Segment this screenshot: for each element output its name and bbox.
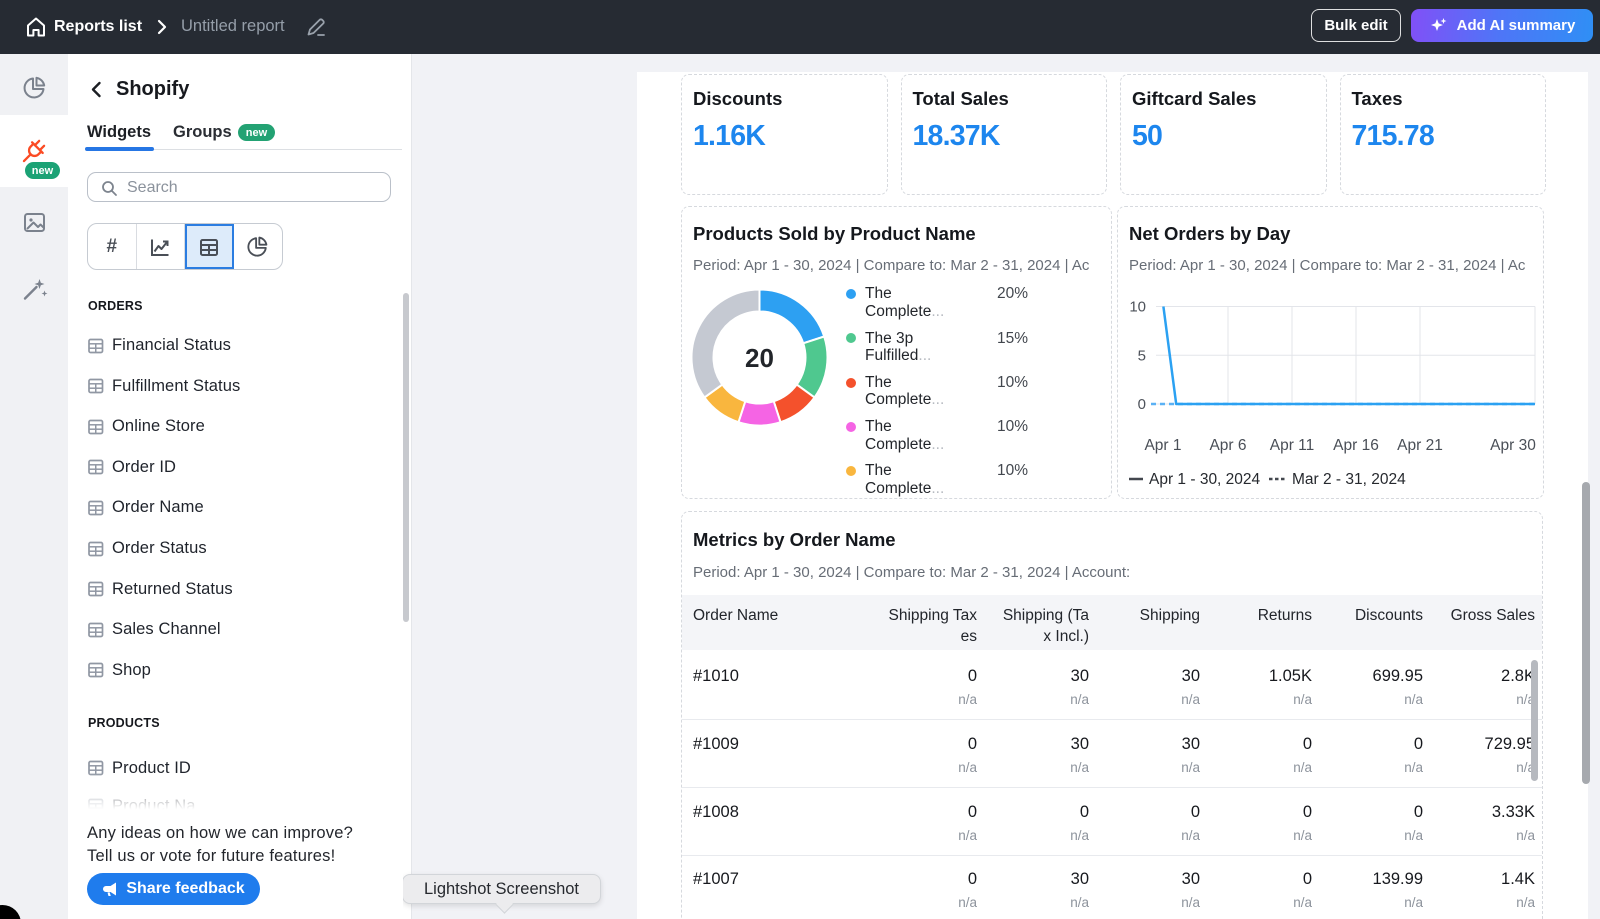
svg-text:0: 0 (1138, 396, 1146, 413)
svg-text:20: 20 (745, 343, 774, 373)
svg-text:Apr 1 - 30, 2024: Apr 1 - 30, 2024 (1149, 471, 1261, 488)
svg-text:Apr 16: Apr 16 (1333, 437, 1379, 454)
svg-text:5: 5 (1138, 347, 1146, 364)
svg-text:Apr 6: Apr 6 (1209, 437, 1246, 454)
svg-text:Mar 2 - 31, 2024: Mar 2 - 31, 2024 (1292, 471, 1406, 488)
svg-text:Apr 30: Apr 30 (1490, 437, 1536, 454)
svg-text:Apr 21: Apr 21 (1397, 437, 1443, 454)
svg-text:Apr 1: Apr 1 (1144, 437, 1181, 454)
svg-text:10: 10 (1129, 299, 1146, 316)
svg-text:Apr 11: Apr 11 (1270, 437, 1315, 454)
